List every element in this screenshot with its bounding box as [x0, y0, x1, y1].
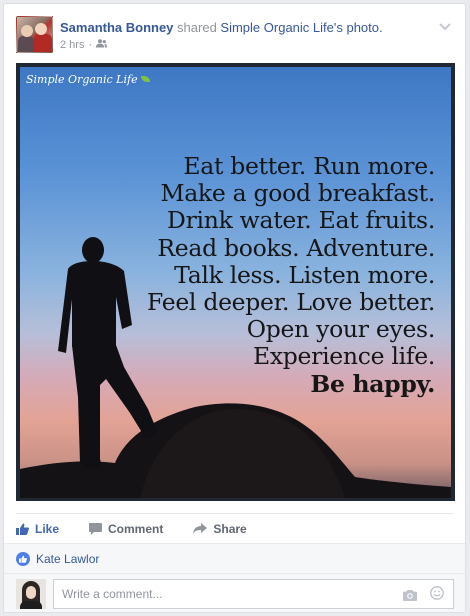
- post-header: Samantha Bonney shared Simple Organic Li…: [16, 16, 453, 56]
- photo-link[interactable]: 's photo.: [334, 20, 383, 35]
- comment-label: Comment: [108, 521, 164, 536]
- post-card: Samantha Bonney shared Simple Organic Li…: [3, 3, 466, 613]
- liker-name-link[interactable]: Kate Lawlor: [36, 552, 99, 566]
- friends-icon[interactable]: [96, 39, 108, 51]
- quote-line: Experience life.: [253, 342, 435, 371]
- comment-button[interactable]: Comment: [89, 522, 163, 536]
- share-label: Share: [213, 521, 247, 536]
- likes-summary: Kate Lawlor: [4, 543, 465, 573]
- photo-image: Simple Organic Life Eat better. Run more…: [20, 67, 451, 498]
- author-name-link[interactable]: Samantha Bonney: [60, 20, 173, 35]
- user-avatar[interactable]: [16, 579, 46, 609]
- comment-icon: [89, 522, 103, 535]
- author-avatar[interactable]: [16, 16, 53, 53]
- quote-text: Eat better. Run more. Make a good breakf…: [147, 152, 436, 398]
- post-headline: Samantha Bonney shared Simple Organic Li…: [60, 20, 383, 35]
- thumbs-up-icon: [16, 523, 29, 535]
- page-name-link[interactable]: Simple Organic Life: [220, 20, 333, 35]
- quote-line: Make a good breakfast.: [160, 179, 435, 208]
- brand-watermark: Simple Organic Life: [26, 73, 150, 86]
- quote-line: Talk less. Listen more.: [174, 260, 435, 289]
- quote-line: Feel deeper. Love better.: [147, 288, 435, 317]
- action-bar: Like Comment Share: [16, 513, 453, 543]
- emoji-icon[interactable]: [430, 586, 444, 605]
- comment-composer: [4, 573, 465, 612]
- meta-separator: ·: [88, 39, 93, 51]
- camera-icon[interactable]: [403, 588, 417, 606]
- comment-input[interactable]: [53, 579, 454, 609]
- quote-line: Read books. Adventure.: [157, 233, 435, 262]
- like-badge-icon: [16, 551, 30, 566]
- like-button[interactable]: Like: [16, 522, 59, 536]
- chevron-down-icon[interactable]: [437, 20, 453, 34]
- shared-text: shared: [177, 20, 217, 35]
- post-photo[interactable]: Simple Organic Life Eat better. Run more…: [16, 63, 455, 501]
- quote-line-final: Be happy.: [310, 369, 435, 398]
- post-meta: 2 hrs ·: [60, 39, 108, 51]
- share-icon: [193, 523, 208, 534]
- share-button[interactable]: Share: [193, 521, 247, 536]
- quote-line: Eat better. Run more.: [183, 152, 435, 180]
- timestamp-link[interactable]: 2 hrs: [60, 39, 84, 51]
- quote-line: Open your eyes.: [246, 315, 436, 344]
- quote-line: Drink water. Eat fruits.: [167, 206, 435, 235]
- like-label: Like: [35, 521, 60, 536]
